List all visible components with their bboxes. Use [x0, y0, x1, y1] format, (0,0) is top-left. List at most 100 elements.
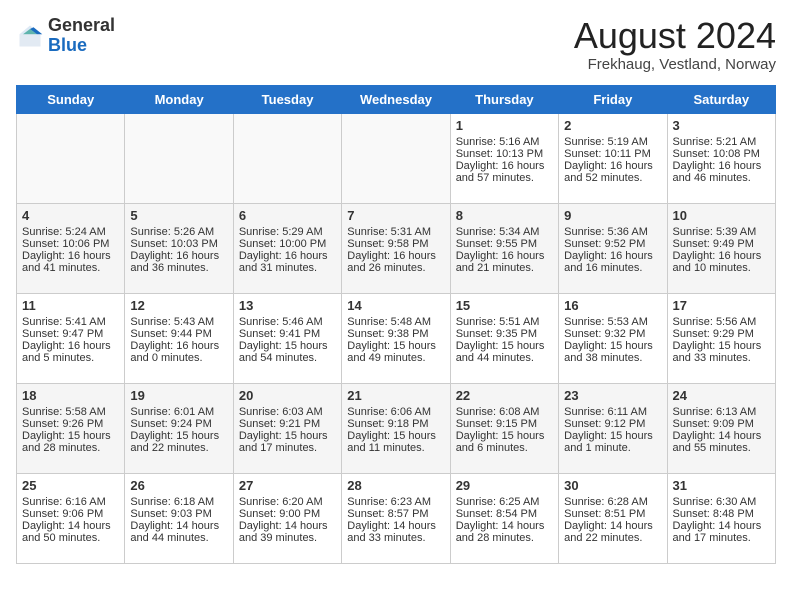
day-number: 4 — [22, 208, 119, 223]
cell-content-line: Daylight: 15 hours — [239, 430, 336, 442]
calendar-subtitle: Frekhaug, Vestland, Norway — [574, 56, 776, 73]
cell-content-line: and 11 minutes. — [347, 442, 444, 454]
calendar-week-row: 25Sunrise: 6:16 AMSunset: 9:06 PMDayligh… — [17, 473, 776, 563]
calendar-cell: 6Sunrise: 5:29 AMSunset: 10:00 PMDayligh… — [233, 203, 341, 293]
cell-content-line: and 55 minutes. — [673, 442, 770, 454]
cell-content-line: Sunset: 9:00 PM — [239, 508, 336, 520]
cell-content-line: Sunset: 9:44 PM — [130, 328, 227, 340]
cell-content-line: Daylight: 15 hours — [564, 430, 661, 442]
cell-content-line: Sunrise: 5:51 AM — [456, 316, 553, 328]
cell-content-line: Sunrise: 5:24 AM — [22, 226, 119, 238]
cell-content-line: Daylight: 16 hours — [130, 340, 227, 352]
cell-content-line: and 49 minutes. — [347, 352, 444, 364]
cell-content-line: Sunrise: 6:28 AM — [564, 496, 661, 508]
calendar-cell — [125, 113, 233, 203]
day-number: 24 — [673, 388, 770, 403]
cell-content-line: Daylight: 14 hours — [456, 520, 553, 532]
cell-content-line: Sunset: 9:18 PM — [347, 418, 444, 430]
day-number: 25 — [22, 478, 119, 493]
logo-text: General Blue — [48, 16, 115, 56]
cell-content-line: Daylight: 16 hours — [564, 250, 661, 262]
cell-content-line: Sunrise: 6:25 AM — [456, 496, 553, 508]
cell-content-line: Daylight: 15 hours — [564, 340, 661, 352]
cell-content-line: Daylight: 14 hours — [22, 520, 119, 532]
cell-content-line: Sunrise: 6:06 AM — [347, 406, 444, 418]
day-number: 28 — [347, 478, 444, 493]
cell-content-line: Daylight: 16 hours — [347, 250, 444, 262]
day-number: 22 — [456, 388, 553, 403]
day-number: 13 — [239, 298, 336, 313]
cell-content-line: Sunrise: 6:13 AM — [673, 406, 770, 418]
calendar-cell: 25Sunrise: 6:16 AMSunset: 9:06 PMDayligh… — [17, 473, 125, 563]
cell-content-line: Daylight: 16 hours — [22, 340, 119, 352]
cell-content-line: and 1 minute. — [564, 442, 661, 454]
day-of-week-header: Saturday — [667, 85, 775, 113]
day-number: 18 — [22, 388, 119, 403]
day-number: 11 — [22, 298, 119, 313]
calendar-week-row: 18Sunrise: 5:58 AMSunset: 9:26 PMDayligh… — [17, 383, 776, 473]
day-number: 6 — [239, 208, 336, 223]
cell-content-line: Sunset: 9:41 PM — [239, 328, 336, 340]
cell-content-line: Sunset: 9:06 PM — [22, 508, 119, 520]
cell-content-line: and 44 minutes. — [130, 532, 227, 544]
calendar-cell: 26Sunrise: 6:18 AMSunset: 9:03 PMDayligh… — [125, 473, 233, 563]
cell-content-line: Daylight: 16 hours — [456, 160, 553, 172]
cell-content-line: and 44 minutes. — [456, 352, 553, 364]
cell-content-line: and 0 minutes. — [130, 352, 227, 364]
cell-content-line: Daylight: 16 hours — [239, 250, 336, 262]
cell-content-line: Sunset: 8:48 PM — [673, 508, 770, 520]
cell-content-line: and 26 minutes. — [347, 262, 444, 274]
calendar-cell: 24Sunrise: 6:13 AMSunset: 9:09 PMDayligh… — [667, 383, 775, 473]
cell-content-line: Sunrise: 5:19 AM — [564, 136, 661, 148]
day-number: 23 — [564, 388, 661, 403]
calendar-cell: 14Sunrise: 5:48 AMSunset: 9:38 PMDayligh… — [342, 293, 450, 383]
calendar-cell: 2Sunrise: 5:19 AMSunset: 10:11 PMDayligh… — [559, 113, 667, 203]
cell-content-line: and 6 minutes. — [456, 442, 553, 454]
cell-content-line: Sunset: 9:47 PM — [22, 328, 119, 340]
logo: General Blue — [16, 16, 115, 56]
calendar-cell: 3Sunrise: 5:21 AMSunset: 10:08 PMDayligh… — [667, 113, 775, 203]
cell-content-line: Sunset: 9:49 PM — [673, 238, 770, 250]
cell-content-line: and 17 minutes. — [673, 532, 770, 544]
calendar-cell: 21Sunrise: 6:06 AMSunset: 9:18 PMDayligh… — [342, 383, 450, 473]
calendar-cell: 8Sunrise: 5:34 AMSunset: 9:55 PMDaylight… — [450, 203, 558, 293]
cell-content-line: Sunrise: 6:30 AM — [673, 496, 770, 508]
cell-content-line: and 54 minutes. — [239, 352, 336, 364]
logo-general-text: General — [48, 15, 115, 35]
title-block: August 2024 Frekhaug, Vestland, Norway — [574, 16, 776, 73]
cell-content-line: Sunset: 9:12 PM — [564, 418, 661, 430]
calendar-title: August 2024 — [574, 16, 776, 56]
cell-content-line: and 52 minutes. — [564, 172, 661, 184]
cell-content-line: Daylight: 16 hours — [22, 250, 119, 262]
cell-content-line: Sunset: 9:15 PM — [456, 418, 553, 430]
calendar-week-row: 4Sunrise: 5:24 AMSunset: 10:06 PMDayligh… — [17, 203, 776, 293]
cell-content-line: Sunrise: 5:53 AM — [564, 316, 661, 328]
cell-content-line: Sunset: 10:00 PM — [239, 238, 336, 250]
calendar-cell — [233, 113, 341, 203]
day-number: 10 — [673, 208, 770, 223]
cell-content-line: Sunrise: 5:58 AM — [22, 406, 119, 418]
cell-content-line: and 57 minutes. — [456, 172, 553, 184]
cell-content-line: Daylight: 14 hours — [239, 520, 336, 532]
cell-content-line: Daylight: 15 hours — [347, 340, 444, 352]
cell-content-line: Sunset: 10:08 PM — [673, 148, 770, 160]
day-number: 7 — [347, 208, 444, 223]
cell-content-line: Daylight: 14 hours — [130, 520, 227, 532]
cell-content-line: Sunrise: 5:39 AM — [673, 226, 770, 238]
cell-content-line: Daylight: 16 hours — [130, 250, 227, 262]
cell-content-line: Daylight: 16 hours — [673, 250, 770, 262]
day-number: 27 — [239, 478, 336, 493]
cell-content-line: Sunrise: 5:34 AM — [456, 226, 553, 238]
calendar-cell: 31Sunrise: 6:30 AMSunset: 8:48 PMDayligh… — [667, 473, 775, 563]
calendar-week-row: 1Sunrise: 5:16 AMSunset: 10:13 PMDayligh… — [17, 113, 776, 203]
calendar-table: SundayMondayTuesdayWednesdayThursdayFrid… — [16, 85, 776, 564]
calendar-cell: 23 Sunrise: 6:11 AMSunset: 9:12 PMDayligh… — [559, 383, 667, 473]
calendar-cell: 5Sunrise: 5:26 AMSunset: 10:03 PMDayligh… — [125, 203, 233, 293]
calendar-cell: 12Sunrise: 5:43 AMSunset: 9:44 PMDayligh… — [125, 293, 233, 383]
cell-content-line: Sunrise: 6:23 AM — [347, 496, 444, 508]
cell-content-line: and 38 minutes. — [564, 352, 661, 364]
calendar-cell: 13Sunrise: 5:46 AMSunset: 9:41 PMDayligh… — [233, 293, 341, 383]
cell-content-line: Sunrise: 6:11 AM — [564, 406, 661, 418]
cell-content-line: Daylight: 15 hours — [239, 340, 336, 352]
cell-content-line: Sunrise: 5:21 AM — [673, 136, 770, 148]
